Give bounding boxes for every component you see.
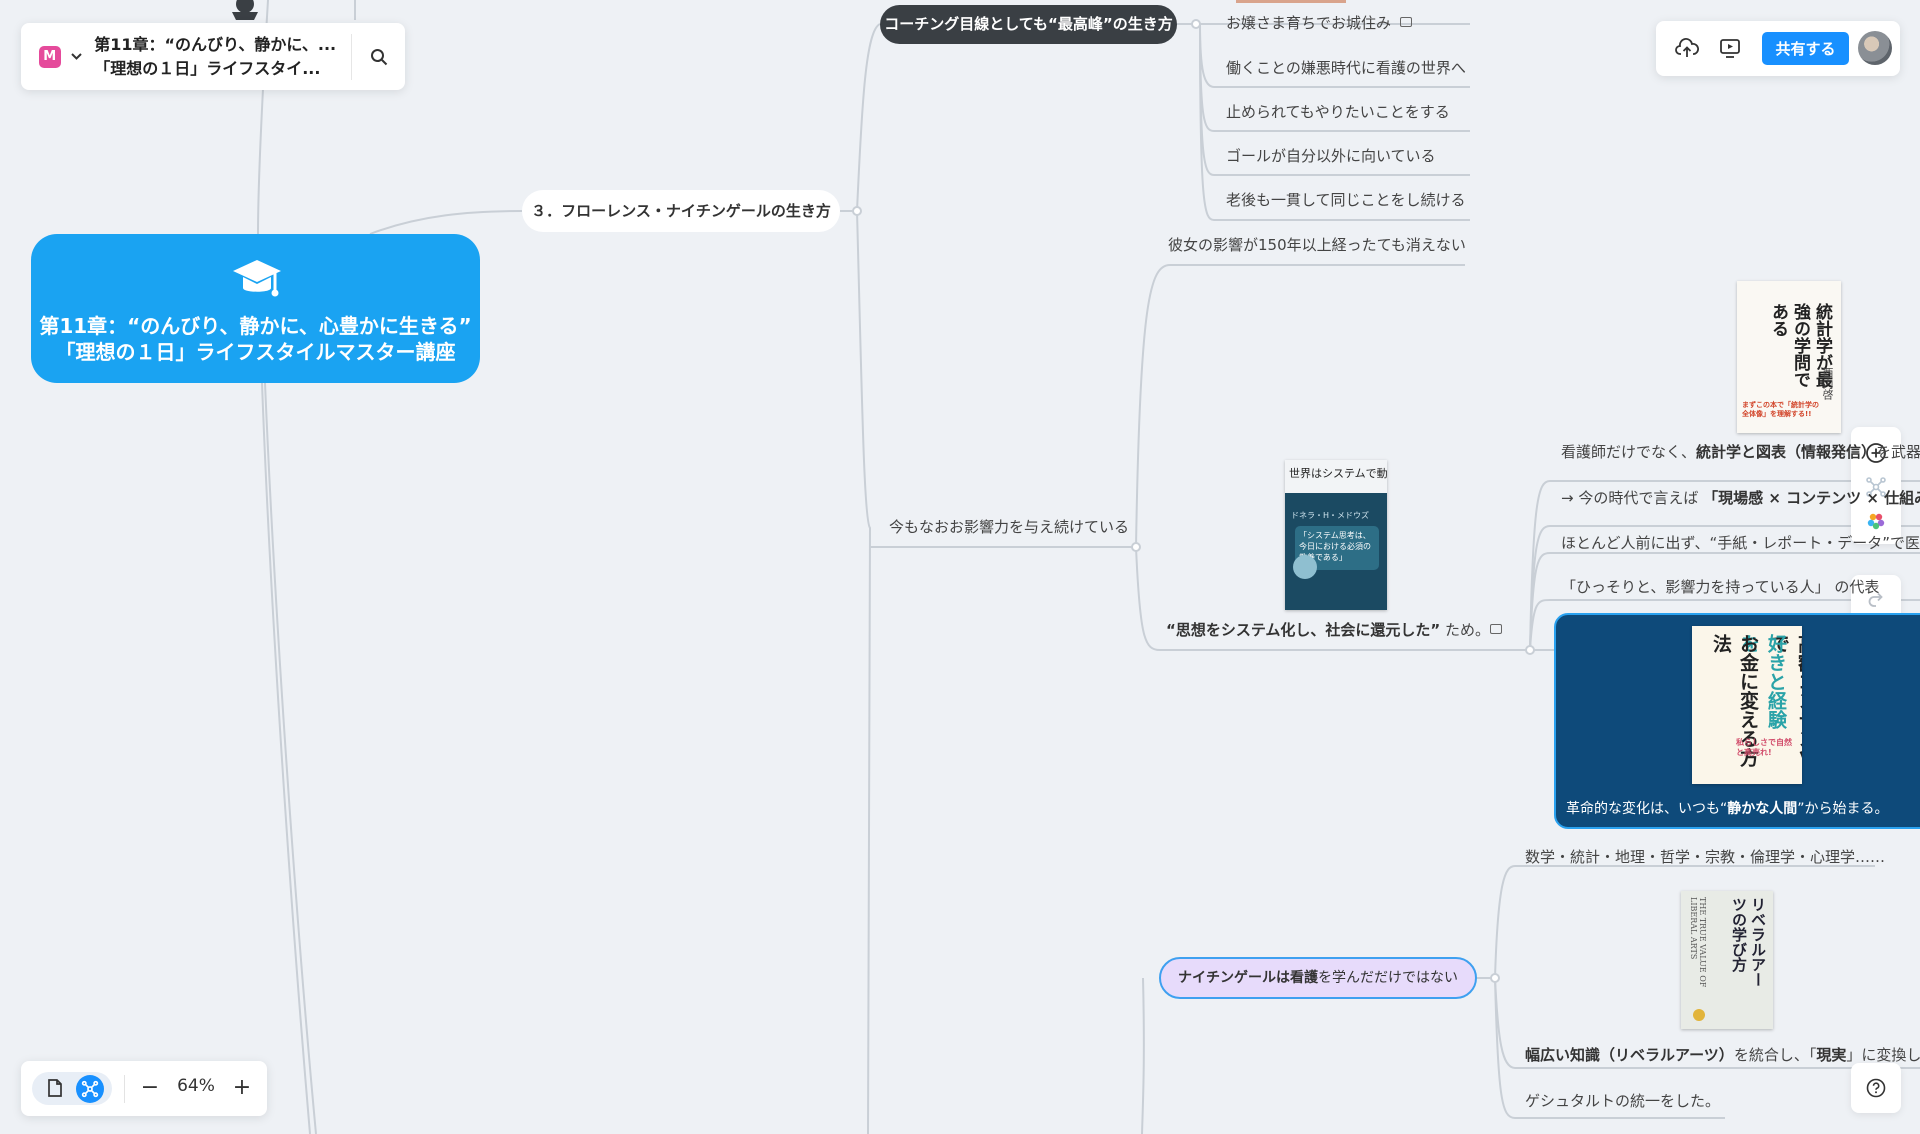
document-title-line2: 「理想の１日」ライフスタイ...	[94, 58, 321, 78]
system-item-3[interactable]: ほとんど人前に出ず、“手紙・レポート・データ”で医療を変えた	[1561, 532, 1920, 553]
mindmap-view-button[interactable]	[76, 1075, 104, 1103]
document-title-line1: 第11章：“のんびり、静かに、...	[94, 34, 337, 54]
book-cover-content: 高額コンテンツで 好きと経験を お金に変える方法 私らしさで自然と高売れ!	[1692, 626, 1802, 784]
book-cover-liberal-arts[interactable]: リベラルアーツの学び方 THE TRUE VALUE OF LIBERAL AR…	[1681, 891, 1773, 1029]
system-item-2-bold: 「現場感 × コンテンツ × 仕組み化」	[1703, 489, 1920, 507]
system-item-4[interactable]: 「ひっそりと、影響力を持っている人」 の代表	[1561, 576, 1920, 597]
system-item-2-pre: → 今の時代で言えば	[1561, 489, 1704, 507]
document-icon	[48, 1079, 62, 1097]
mindmap-icon	[81, 1080, 99, 1098]
help-button[interactable]	[1851, 1063, 1901, 1113]
search-button[interactable]	[352, 23, 405, 90]
node-subjects[interactable]: 数学・統計・地理・哲学・宗教・倫理学・心理学……	[1525, 846, 1885, 867]
coaching-item-5[interactable]: 老後も一貫して同じことをし続ける	[1226, 189, 1466, 210]
node-coaching[interactable]: コーチング目線としても“最高峰”の生き方	[880, 5, 1177, 44]
book-cover-statistics[interactable]: 統計学が最強の学問である 西内啓 まずこの本で「統計学の全体像」を理解する!!	[1737, 281, 1841, 433]
zoom-level: 64%	[177, 1076, 215, 1096]
liberal-pre: 幅広い知識（リベラルアーツ）	[1525, 1046, 1734, 1064]
revolution-post: ”から始まる。	[1797, 801, 1889, 817]
book-liberal-en: THE TRUE VALUE OF LIBERAL ARTS	[1689, 897, 1707, 988]
coaching-item-4[interactable]: ゴールが自分以外に向いている	[1226, 145, 1436, 166]
liberal-bold: 現実	[1816, 1046, 1847, 1064]
book-stat-sub: まずこの本で「統計学の全体像」を理解する!!	[1742, 401, 1819, 418]
liberal-post: 」に変換した	[1846, 1046, 1920, 1064]
root-title-line2: 「理想の１日」ライフスタイルマスター講座	[55, 340, 456, 364]
coaching-item-3[interactable]: 止められてもやりたいことをする	[1226, 101, 1450, 122]
system-item-2[interactable]: → 今の時代で言えば 「現場感 × コンテンツ × 仕組み化」	[1561, 487, 1920, 508]
node-influence[interactable]: 今もなおお影響力を与え続けている	[889, 516, 1129, 537]
avatar[interactable]	[1858, 31, 1892, 65]
zoom-out-button[interactable]: −	[136, 1073, 164, 1103]
presentation-icon	[1720, 39, 1740, 58]
root-node[interactable]: 第11章：“のんびり、静かに、心豊かに生きる” 「理想の１日」ライフスタイルマス…	[31, 234, 480, 383]
book-system-author: ドネラ・H・メドウズ	[1291, 511, 1370, 520]
app-logo[interactable]: M	[39, 45, 61, 68]
nightingale-study-rest: を学んだだけではない	[1318, 970, 1458, 986]
mindmap-connectors	[232, 0, 1920, 1134]
cloud-upload-icon	[1675, 38, 1699, 57]
branch-node-nightingale[interactable]: ３．フローレンス・ナイチンゲールの生き方	[522, 190, 840, 232]
coaching-item-1-label: お嬢さま育ちでお城住み	[1226, 14, 1392, 32]
help-icon	[1866, 1078, 1886, 1098]
node-system-rest: ため。	[1440, 621, 1491, 639]
coaching-item-2[interactable]: 働くことの嫌悪時代に看護の世界へ	[1226, 57, 1466, 78]
system-item-1-bold: 統計学と図表（情報発信）	[1696, 443, 1877, 461]
liberal-mid: を統合し、「	[1733, 1046, 1817, 1064]
view-toggle	[32, 1072, 112, 1105]
share-button[interactable]: 共有する	[1762, 32, 1849, 65]
image-icon	[1400, 17, 1412, 27]
revolution-pre: 革命的な変化は、いつも“	[1566, 801, 1728, 817]
node-gestalt[interactable]: ゲシュタルトの統一をした。	[1525, 1090, 1720, 1111]
system-item-1[interactable]: 看護師だけでなく、統計学と図表（情報発信）を武器にした	[1561, 441, 1920, 462]
system-item-1-pre: 看護師だけでなく、	[1561, 443, 1697, 461]
system-item-1-post: を武器にした	[1876, 443, 1920, 461]
node-nightingale-study[interactable]: ナイチンゲールは看護を学んだだけではない	[1159, 957, 1477, 999]
root-title-line1: 第11章：“のんびり、静かに、心豊かに生きる”	[39, 314, 472, 338]
book-kin-tag: 私らしさで自然と高売れ!	[1736, 738, 1792, 757]
book-system-title: 世界はシステムで動く	[1289, 467, 1387, 480]
revolution-bold: 静かな人間	[1727, 801, 1798, 817]
top-right-toolbar: 共有する	[1656, 21, 1900, 76]
zoom-in-button[interactable]: +	[228, 1073, 256, 1103]
node-revolution-card[interactable]: 高額コンテンツで 好きと経験を お金に変える方法 私らしさで自然と高売れ! 革命…	[1554, 613, 1920, 829]
node-revolution-label: 革命的な変化は、いつも“静かな人間”から始まる。	[1566, 798, 1920, 818]
node-system[interactable]: “思想をシステム化し、社会に還元した” ため。	[1166, 619, 1502, 640]
outline-view-button[interactable]	[46, 1078, 64, 1102]
coaching-item-1[interactable]: お嬢さま育ちでお城住み	[1226, 12, 1412, 33]
influence-item-150years[interactable]: 彼女の影響が150年以上経ったても消えない	[1168, 234, 1466, 255]
image-icon	[1490, 624, 1502, 634]
search-icon	[370, 48, 387, 65]
chevron-down-icon[interactable]	[69, 49, 85, 64]
book-stat-author: 西内啓	[1821, 367, 1834, 400]
document-title-panel: M 第11章：“のんびり、静かに、... 「理想の１日」ライフスタイ...	[21, 23, 405, 90]
root-title: 第11章：“のんびり、静かに、心豊かに生きる” 「理想の１日」ライフスタイルマス…	[31, 313, 480, 365]
divider	[124, 1075, 125, 1103]
book-liberal-title: リベラルアーツの学び方	[1730, 897, 1767, 987]
graduation-cap-icon	[233, 260, 281, 297]
bottom-toolbar: − 64% +	[21, 1061, 267, 1116]
cloud-upload-button[interactable]	[1675, 37, 1699, 63]
palette-icon	[1867, 513, 1885, 530]
document-title[interactable]: 第11章：“のんびり、静かに、... 「理想の１日」ライフスタイ...	[94, 33, 339, 81]
node-liberal-arts[interactable]: 幅広い知識（リベラルアーツ）を統合し、「現実」に変換した	[1525, 1044, 1920, 1065]
nightingale-study-bold: ナイチンゲールは看護	[1178, 970, 1318, 986]
node-system-bold: “思想をシステム化し、社会に還元した”	[1166, 621, 1441, 639]
book-cover-system[interactable]: 世界はシステムで動く ドネラ・H・メドウズ 「システム思考は、今日における必須の…	[1285, 460, 1387, 610]
present-button[interactable]	[1719, 37, 1741, 63]
